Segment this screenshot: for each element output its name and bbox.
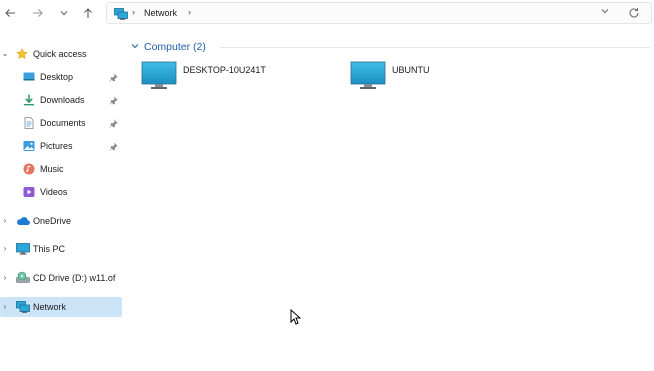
sidebar-item-label: Quick access xyxy=(33,49,87,59)
documents-icon xyxy=(24,117,34,129)
computer-name: UBUNTU xyxy=(392,65,430,75)
chevron-down-icon[interactable] xyxy=(131,42,139,52)
chevron-down-icon xyxy=(601,9,609,14)
chevron-right-icon[interactable]: › xyxy=(1,216,9,225)
pictures-icon xyxy=(23,141,35,151)
file-explorer-window: › Network › ⌄ Quick access Desktop Downl… xyxy=(0,0,654,371)
back-button[interactable] xyxy=(0,3,20,23)
sidebar-item-desktop[interactable]: Desktop xyxy=(0,67,122,87)
chevron-down-icon[interactable]: ⌄ xyxy=(1,49,9,58)
breadcrumb-network[interactable]: Network xyxy=(144,8,177,18)
pin-icon xyxy=(109,142,118,151)
sidebar-item-this-pc[interactable]: › This PC xyxy=(0,239,122,259)
chevron-right-icon[interactable]: › xyxy=(1,273,9,282)
sidebar-item-downloads[interactable]: Downloads xyxy=(0,90,122,110)
pin-icon xyxy=(109,73,118,82)
computer-icon xyxy=(141,61,177,89)
computer-icon xyxy=(350,61,386,89)
sidebar-item-label: Videos xyxy=(40,187,68,197)
navigation-pane: ⌄ Quick access Desktop Downloads Documen… xyxy=(0,40,124,371)
recent-locations-button[interactable] xyxy=(54,3,74,23)
group-divider xyxy=(220,47,650,48)
sidebar-item-pictures[interactable]: Pictures xyxy=(0,136,122,156)
sidebar-item-label: Network xyxy=(33,302,67,312)
sidebar-item-label: Documents xyxy=(40,118,86,128)
sidebar-item-cd-drive[interactable]: › CD Drive (D:) w11.of xyxy=(0,268,122,288)
group-header-computer[interactable]: Computer (2) xyxy=(131,40,206,54)
breadcrumb-separator[interactable]: › xyxy=(188,7,191,17)
address-history-button[interactable] xyxy=(601,7,609,17)
computer-item[interactable]: UBUNTU xyxy=(350,61,470,93)
sidebar-item-label: Music xyxy=(40,164,64,174)
monitor-icon xyxy=(16,243,30,255)
breadcrumb-separator: › xyxy=(132,7,135,17)
sidebar-item-label: Pictures xyxy=(40,141,73,151)
up-button[interactable] xyxy=(78,3,98,23)
sidebar-item-quick-access[interactable]: ⌄ Quick access xyxy=(0,44,122,64)
back-arrow-icon xyxy=(5,9,15,17)
refresh-icon[interactable] xyxy=(627,6,641,20)
network-icon xyxy=(114,8,128,20)
sidebar-item-videos[interactable]: Videos xyxy=(0,182,122,202)
up-arrow-icon xyxy=(84,8,92,18)
navigation-bar: › Network › xyxy=(0,0,654,26)
sidebar-item-label: CD Drive (D:) w11.of xyxy=(33,273,116,283)
computer-item[interactable]: DESKTOP-10U241T xyxy=(141,61,301,93)
chevron-right-icon[interactable]: › xyxy=(1,302,9,311)
cloud-icon xyxy=(17,217,30,226)
pin-icon xyxy=(109,96,118,105)
group-title: Computer (2) xyxy=(144,41,206,53)
cd-drive-icon xyxy=(16,271,30,283)
address-bar[interactable]: › Network › xyxy=(106,2,652,24)
sidebar-item-network[interactable]: › Network xyxy=(0,297,122,317)
computer-name: DESKTOP-10U241T xyxy=(183,65,266,75)
sidebar-item-documents[interactable]: Documents xyxy=(0,113,122,133)
videos-icon xyxy=(23,187,35,197)
sidebar-item-music[interactable]: Music xyxy=(0,159,122,179)
forward-button[interactable] xyxy=(28,3,48,23)
download-icon xyxy=(24,94,34,106)
star-icon xyxy=(16,48,28,60)
music-icon xyxy=(23,163,35,175)
sidebar-item-label: OneDrive xyxy=(33,216,72,226)
chevron-down-icon xyxy=(60,11,68,16)
forward-arrow-icon xyxy=(33,9,43,17)
chevron-right-icon[interactable]: › xyxy=(1,244,9,253)
sidebar-item-label: This PC xyxy=(33,244,66,254)
network-icon xyxy=(16,301,30,313)
sidebar-item-onedrive[interactable]: › OneDrive xyxy=(0,211,122,231)
mouse-cursor-icon xyxy=(290,309,301,325)
pin-icon xyxy=(109,119,118,128)
desktop-folder-icon xyxy=(23,72,35,81)
sidebar-item-label: Downloads xyxy=(40,95,85,105)
sidebar-item-label: Desktop xyxy=(40,72,74,82)
